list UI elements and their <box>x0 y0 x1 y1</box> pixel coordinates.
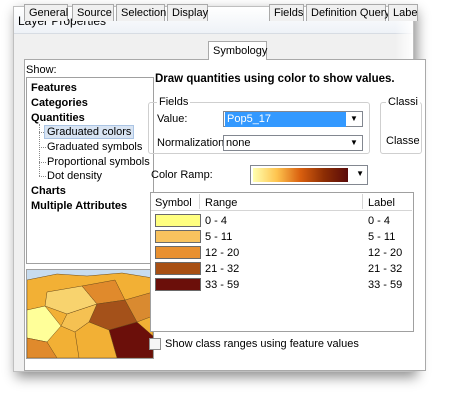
tab-general[interactable]: General <box>24 4 68 21</box>
tab-source[interactable]: Source <box>72 4 114 21</box>
column-header-symbol[interactable]: Symbol <box>155 197 192 209</box>
class-symbol-swatch[interactable] <box>155 246 201 259</box>
fields-group-label: Fields <box>157 96 191 108</box>
value-dropdown-text: Pop5_17 <box>225 112 346 127</box>
value-label: Value: <box>157 113 188 125</box>
class-label-cell[interactable]: 33 - 59 <box>368 279 402 291</box>
tree-connector <box>39 176 46 177</box>
tree-item-graduated-symbols[interactable]: Graduated symbols <box>47 141 142 153</box>
classification-group-label: Classi <box>386 96 420 108</box>
tab-display[interactable]: Display <box>167 4 208 21</box>
tab-labels[interactable]: Labe <box>388 4 418 21</box>
class-range-cell[interactable]: 5 - 11 <box>205 231 232 243</box>
tree-item-categories[interactable]: Categories <box>31 97 88 109</box>
tree-connector <box>39 147 46 148</box>
chevron-down-icon[interactable]: ▼ <box>356 169 364 178</box>
africa-map-icon <box>27 270 153 358</box>
class-symbol-swatch[interactable] <box>155 214 201 227</box>
column-separator <box>199 194 200 209</box>
class-label-cell[interactable]: 5 - 11 <box>368 231 395 243</box>
class-range-cell[interactable]: 12 - 20 <box>205 247 239 259</box>
table-header-divider <box>151 210 412 211</box>
tree-item-graduated-colors[interactable]: Graduated colors <box>44 125 135 139</box>
tree-item-dot-density[interactable]: Dot density <box>47 170 102 182</box>
show-class-ranges-label[interactable]: Show class ranges using feature values <box>165 338 359 350</box>
class-range-cell[interactable]: 0 - 4 <box>205 215 227 227</box>
tree-item-quantities[interactable]: Quantities <box>31 112 85 124</box>
normalization-label: Normalization: <box>157 137 228 149</box>
show-label: Show: <box>26 64 57 76</box>
tree-connector <box>39 162 46 163</box>
tree-item-proportional-symbols[interactable]: Proportional symbols <box>47 156 150 168</box>
normalization-dropdown[interactable]: none ▼ <box>223 135 363 151</box>
tab-definition-query[interactable]: Definition Query <box>306 4 390 21</box>
class-range-cell[interactable]: 33 - 59 <box>205 279 239 291</box>
column-header-label[interactable]: Label <box>368 197 395 209</box>
show-tree[interactable]: Features Categories Quantities Graduated… <box>26 77 154 264</box>
class-symbol-swatch[interactable] <box>155 230 201 243</box>
class-label-cell[interactable]: 21 - 32 <box>368 263 402 275</box>
class-range-cell[interactable]: 21 - 32 <box>205 263 239 275</box>
tab-fields[interactable]: Fields <box>269 4 304 21</box>
color-ramp-preview <box>253 168 348 182</box>
tab-symbology[interactable]: Symbology <box>208 41 267 60</box>
chevron-down-icon[interactable]: ▼ <box>348 113 360 125</box>
classes-label: Classe <box>386 135 420 147</box>
color-ramp-label: Color Ramp: <box>151 169 213 181</box>
tree-item-multiple-attributes[interactable]: Multiple Attributes <box>31 200 127 212</box>
color-ramp-dropdown[interactable]: ▼ <box>250 165 368 185</box>
symbology-heading: Draw quantities using color to show valu… <box>155 73 395 85</box>
value-dropdown[interactable]: Pop5_17 ▼ <box>223 111 363 127</box>
show-class-ranges-checkbox[interactable] <box>149 338 161 350</box>
class-symbol-swatch[interactable] <box>155 262 201 275</box>
tree-item-graduated-colors-label: Graduated colors <box>44 125 135 139</box>
class-label-cell[interactable]: 12 - 20 <box>368 247 402 259</box>
tree-item-features[interactable]: Features <box>31 82 77 94</box>
tree-item-charts[interactable]: Charts <box>31 185 66 197</box>
map-preview <box>26 269 154 359</box>
class-label-cell[interactable]: 0 - 4 <box>368 215 390 227</box>
column-header-range[interactable]: Range <box>205 197 237 209</box>
normalization-dropdown-text: none <box>226 137 251 149</box>
tab-selection[interactable]: Selection <box>116 4 166 21</box>
class-symbol-swatch[interactable] <box>155 278 201 291</box>
column-separator <box>362 194 363 209</box>
chevron-down-icon[interactable]: ▼ <box>348 137 360 149</box>
